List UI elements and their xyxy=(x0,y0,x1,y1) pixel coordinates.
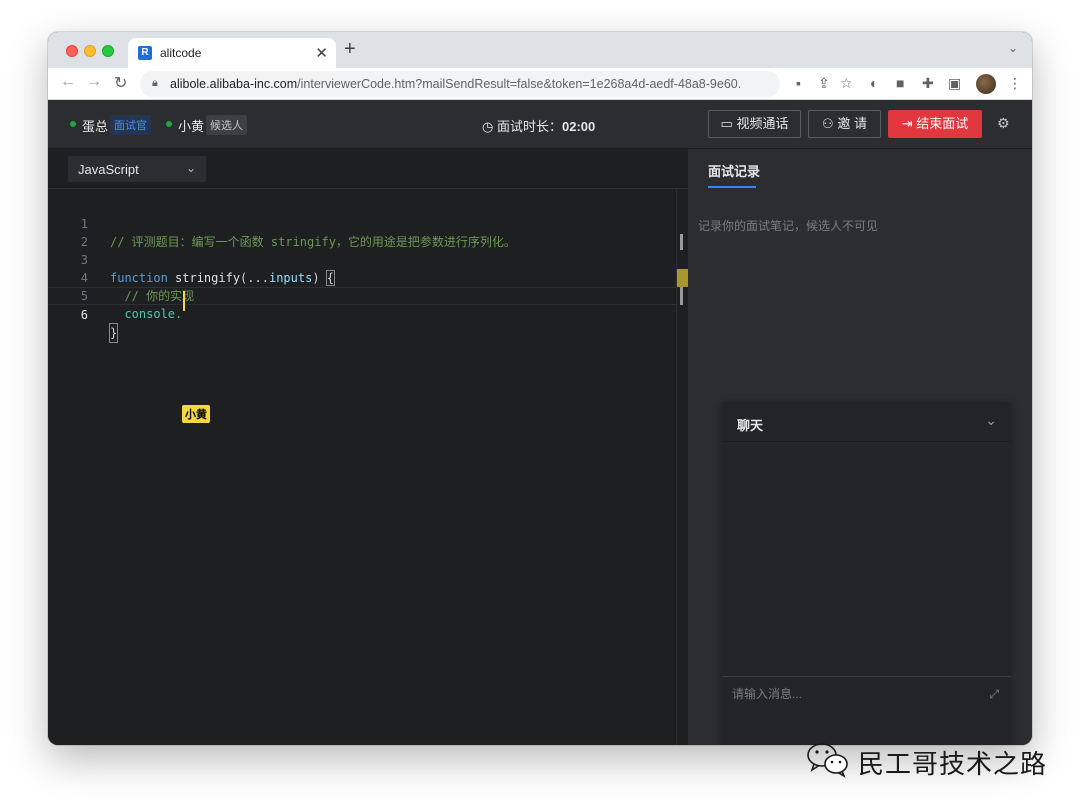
interviewer-name: 蛋总 xyxy=(82,119,109,134)
puzzle-extensions-icon[interactable]: ✚ xyxy=(922,75,934,92)
interviewer-role-badge: 面试官 xyxy=(110,115,151,135)
bookmark-star-icon[interactable]: ☆ xyxy=(840,75,853,92)
extension-icon[interactable]: ◐ xyxy=(870,75,878,91)
chat-panel: 聊天 ⌄ ⤢ xyxy=(722,402,1011,745)
timer-label: 面试时长： xyxy=(496,119,562,134)
code-line[interactable]: 5 console. xyxy=(48,269,676,321)
camera-icon[interactable]: ▪ xyxy=(796,75,801,91)
candidate-role-badge: 候选人 xyxy=(206,115,247,135)
chevron-down-icon[interactable]: ⌄ xyxy=(985,412,997,429)
code-line[interactable]: 3 function stringify(...inputs) { xyxy=(48,233,676,286)
profile-avatar[interactable] xyxy=(976,74,996,94)
end-interview-label: 结束面试 xyxy=(916,116,969,131)
video-call-label: 视频通话 xyxy=(736,116,789,131)
address-bar[interactable]: 🔒︎ alibole.alibaba-inc.com/interviewerCo… xyxy=(140,71,780,97)
remote-cursor xyxy=(183,291,185,311)
lock-icon[interactable]: 🔒︎ xyxy=(152,77,158,90)
candidate-online-dot xyxy=(166,121,172,127)
tab-title: alitcode xyxy=(160,46,202,60)
language-select[interactable]: JavaScript ⌄ xyxy=(68,156,206,182)
chevron-down-icon: ⌄ xyxy=(185,161,196,175)
back-arrow-icon[interactable]: ← xyxy=(60,73,76,91)
chat-message-input[interactable] xyxy=(732,687,972,701)
language-bar: JavaScript ⌄ xyxy=(48,149,688,189)
scrollbar-marker xyxy=(680,287,683,305)
candidate-name: 小黄 xyxy=(178,119,205,134)
editor-scrollbar[interactable] xyxy=(676,189,688,745)
code-editor[interactable]: JavaScript ⌄ 1 // 评测题目：编写一个函数 stringify，… xyxy=(48,149,688,745)
end-interview-button[interactable]: ⇥ 结束面试 xyxy=(888,110,982,138)
browser-toolbar: ← → ↻ 🔒︎ alibole.alibaba-inc.com/intervi… xyxy=(48,68,1032,100)
code-area[interactable]: 1 // 评测题目：编写一个函数 stringify，它的用途是把参数进行序列化… xyxy=(48,197,676,343)
line-number: 6 xyxy=(80,308,88,322)
forward-arrow-icon[interactable]: → xyxy=(86,73,102,91)
favicon-icon: R xyxy=(138,46,152,60)
interview-header: 蛋总 面试官 小黄 候选人 ◷ 面试时长：02:00 ▭ 视频通话 ⚇ 邀 请 … xyxy=(48,100,1032,149)
watermark-text: 民工哥技术之路 xyxy=(858,749,1048,779)
tab-strip: R alitcode ✕ + ⌄ xyxy=(48,32,1032,68)
settings-gear-icon[interactable]: ⚙ xyxy=(997,115,1010,132)
code-line[interactable]: 4 // 你的实现 xyxy=(48,251,676,303)
url-path: /interviewerCode.htm?mailSendResult=fals… xyxy=(297,77,740,91)
side-panel-icon[interactable]: ▣ xyxy=(948,75,961,92)
code-line-current[interactable]: 6 } xyxy=(48,287,676,343)
invite-button[interactable]: ⚇ 邀 请 xyxy=(808,110,881,138)
maximize-window-button[interactable] xyxy=(102,45,114,57)
share-icon[interactable]: ⇪ xyxy=(818,75,830,92)
extension-tampermonkey-icon[interactable]: ■ xyxy=(896,75,904,91)
language-value: JavaScript xyxy=(78,162,139,177)
remote-cursor-label: 小黄 xyxy=(182,405,210,423)
url-text[interactable]: alibole.alibaba-inc.com/interviewerCode.… xyxy=(170,77,740,91)
tab-search-chevron-icon[interactable]: ⌄ xyxy=(1008,41,1018,55)
wechat-icon xyxy=(807,743,848,778)
notes-textarea[interactable]: 记录你的面试笔记，候选人不可见 xyxy=(698,217,878,234)
chat-input-area: ⤢ xyxy=(722,676,1011,745)
scrollbar-marker-remote xyxy=(677,269,688,287)
line-text: console. xyxy=(110,307,183,321)
expand-icon[interactable]: ⤢ xyxy=(989,687,999,702)
clock-icon: ◷ xyxy=(482,119,494,134)
exit-icon: ⇥ xyxy=(901,116,913,131)
timer-value: 02:00 xyxy=(561,119,596,134)
invite-user-icon: ⚇ xyxy=(822,116,834,131)
chat-header[interactable]: 聊天 ⌄ xyxy=(722,402,1011,442)
tab-interview-notes[interactable]: 面试记录 xyxy=(708,161,760,180)
scrollbar-marker xyxy=(680,234,683,250)
close-window-button[interactable] xyxy=(66,45,78,57)
interview-timer: ◷ 面试时长：02:00 xyxy=(482,116,595,135)
more-menu-icon[interactable]: ⋮ xyxy=(1008,75,1022,92)
minimize-window-button[interactable] xyxy=(84,45,96,57)
video-call-button[interactable]: ▭ 视频通话 xyxy=(708,110,801,138)
browser-window: R alitcode ✕ + ⌄ ← → ↻ 🔒︎ alibole.alibab… xyxy=(48,32,1032,745)
code-line[interactable]: 1 // 评测题目：编写一个函数 stringify，它的用途是把参数进行序列化… xyxy=(48,197,676,249)
reload-icon[interactable]: ↻ xyxy=(114,73,127,93)
active-tab-indicator xyxy=(708,186,756,188)
video-camera-icon: ▭ xyxy=(720,116,733,131)
close-tab-icon[interactable]: ✕ xyxy=(315,44,328,62)
browser-tab[interactable]: R alitcode ✕ xyxy=(128,38,336,68)
interviewer-online-dot xyxy=(70,121,76,127)
line-text: } xyxy=(108,323,119,343)
chat-title: 聊天 xyxy=(737,418,764,433)
new-tab-icon[interactable]: + xyxy=(344,38,356,61)
invite-label: 邀 请 xyxy=(837,116,867,131)
url-host: alibole.alibaba-inc.com xyxy=(170,77,298,91)
code-line[interactable]: 2 xyxy=(48,215,676,249)
